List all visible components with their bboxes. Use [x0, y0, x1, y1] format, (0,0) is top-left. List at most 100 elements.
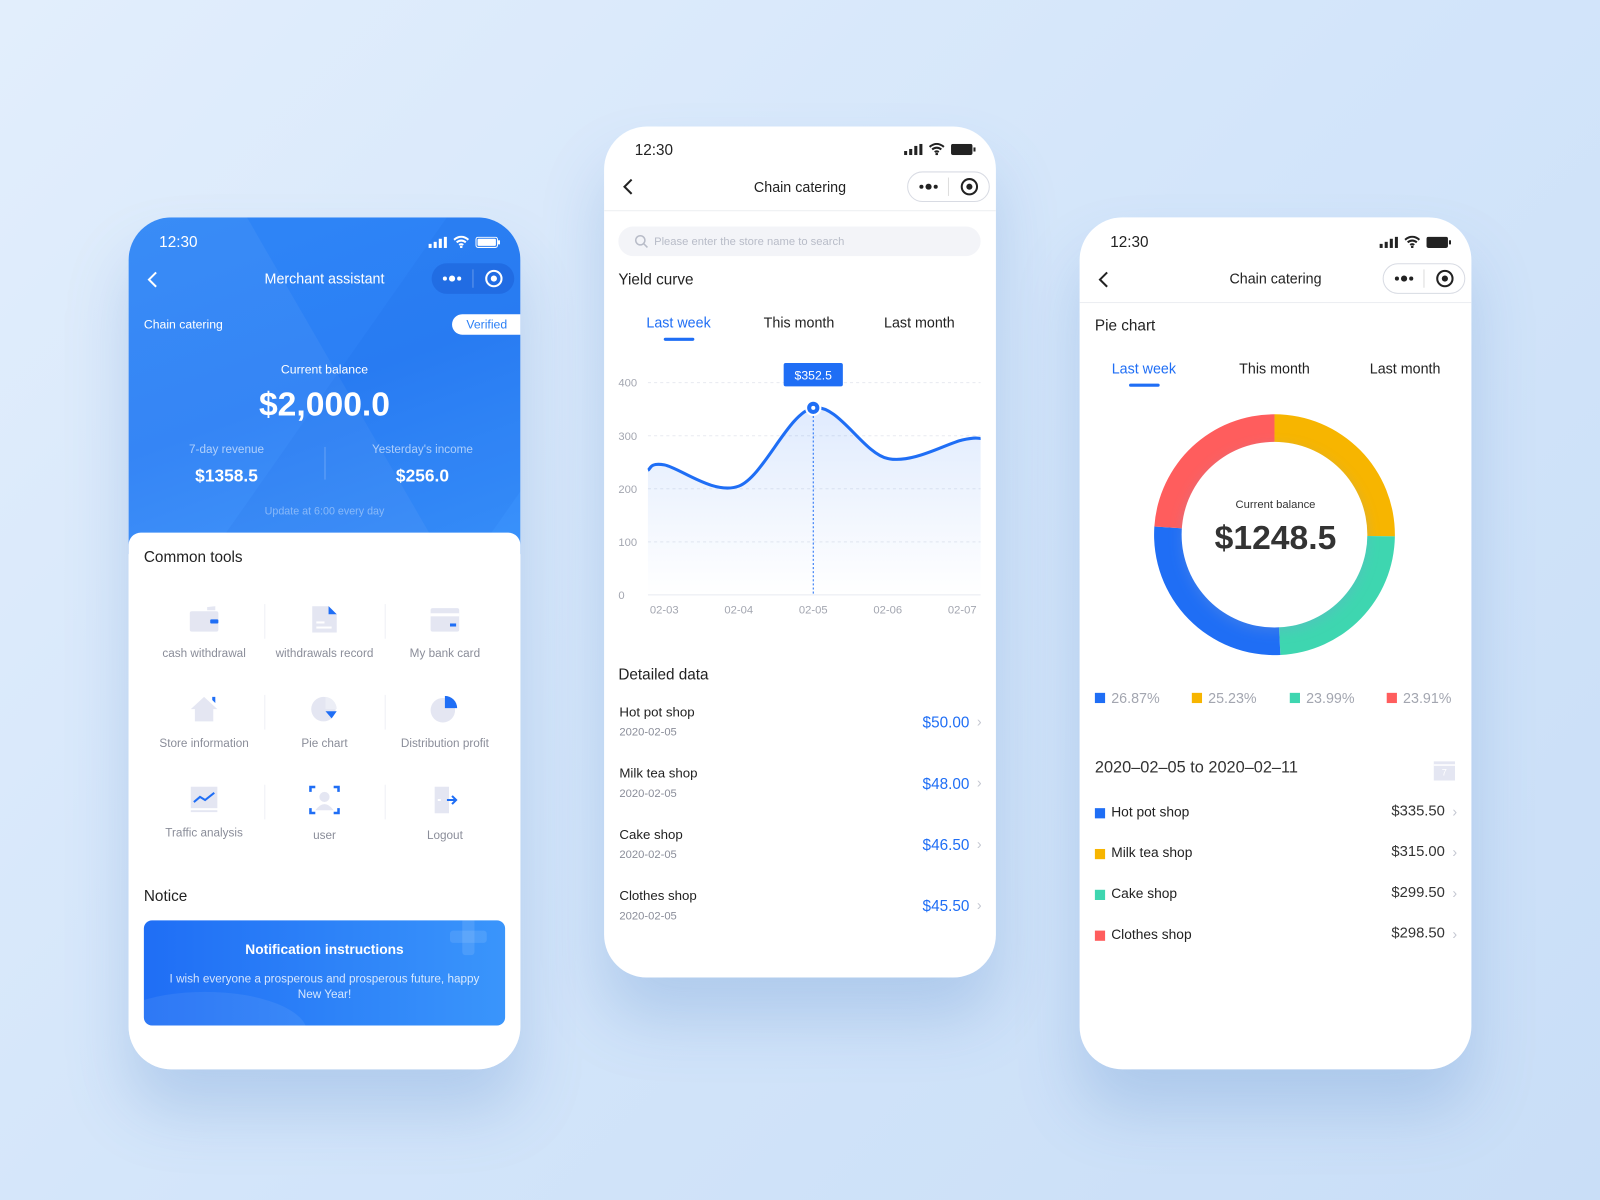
detail-row[interactable]: Cake shop 2020-02-05 $46.50 ›: [619, 827, 981, 878]
mini-program-capsule: [431, 263, 515, 294]
tools-title: Common tools: [143, 548, 243, 567]
close-program-button[interactable]: [949, 178, 989, 196]
row-name: Clothes shop: [619, 887, 697, 904]
more-dots-icon: [442, 275, 462, 282]
signal-icon: [428, 236, 447, 248]
tool-cash-withdrawal[interactable]: cash withdrawal: [144, 606, 264, 660]
row-amount: $50.00: [922, 714, 970, 732]
data-point-center: [811, 405, 816, 410]
status-time: 12:30: [1110, 233, 1149, 252]
detail-row[interactable]: Clothes shop 2020-02-05 $45.50 ›: [619, 888, 981, 939]
shop-row[interactable]: Hot pot shop $335.50 ›: [1094, 803, 1458, 827]
mini-program-capsule: [1382, 263, 1466, 294]
status-icons: [904, 142, 976, 156]
house-icon: [190, 696, 218, 722]
tab-this-month[interactable]: This month: [764, 314, 835, 330]
more-button[interactable]: [1384, 275, 1424, 282]
more-dots-icon: [918, 183, 938, 190]
verified-badge: Verified: [452, 314, 521, 335]
tab-last-week[interactable]: Last week: [646, 314, 711, 341]
detail-row[interactable]: Hot pot shop 2020-02-05 $50.00 ›: [619, 704, 981, 755]
legend-item: 25.23%: [1191, 690, 1257, 706]
x-tick-label: 02-06: [873, 604, 902, 616]
calendar-day: 7: [1441, 767, 1447, 778]
tool-distribution-profit[interactable]: Distribution profit: [385, 695, 505, 750]
date-range: 2020–02–05 to 2020–02–11: [1094, 759, 1298, 777]
revenue-value: $1358.5: [195, 466, 258, 486]
row-amount: $45.50: [922, 897, 970, 916]
row-date: 2020-02-05: [619, 910, 677, 923]
donut-center-value: $1248.5: [1214, 518, 1337, 557]
legend-item: 26.87%: [1094, 689, 1160, 707]
color-swatch: [1094, 889, 1106, 900]
more-button[interactable]: [432, 275, 473, 282]
tool-user[interactable]: user: [264, 785, 384, 842]
target-circle-icon: [960, 178, 978, 196]
nav-divider: [1079, 302, 1472, 304]
section-title: Yield curve: [618, 271, 694, 289]
shop-row[interactable]: Clothes shop $298.50 ›: [1094, 925, 1457, 950]
close-program-button[interactable]: [1424, 269, 1464, 288]
row-amount: $298.50: [1391, 925, 1445, 942]
tool-withdrawals-record[interactable]: withdrawals record: [264, 606, 384, 660]
x-tick-label: 02-05: [799, 604, 828, 616]
tool-my-bank-card[interactable]: My bank card: [385, 606, 505, 660]
legend-item: 23.91%: [1386, 689, 1452, 707]
row-date: 2020-02-05: [619, 726, 677, 739]
row-amount: $48.00: [922, 775, 970, 793]
search-placeholder: Please enter the store name to search: [654, 235, 845, 248]
shop-row[interactable]: Cake shop $299.50 ›: [1094, 884, 1458, 909]
wifi-icon: [453, 235, 470, 248]
tool-store-information[interactable]: Store information: [144, 696, 264, 750]
user-scan-icon: [308, 785, 341, 815]
tool-traffic-analysis[interactable]: Traffic analysis: [144, 786, 264, 840]
tab-last-month[interactable]: Last month: [884, 314, 955, 330]
detail-row[interactable]: Milk tea shop 2020-02-05 $48.00 ›: [619, 765, 981, 816]
legend-percent: 26.87%: [1111, 689, 1160, 707]
more-dots-icon: [1394, 275, 1413, 282]
document-icon: [312, 606, 337, 633]
income-value: $256.0: [395, 466, 449, 486]
chevron-right-icon: ›: [1452, 843, 1458, 861]
row-name: Milk tea shop: [1111, 844, 1193, 861]
logout-icon: [434, 786, 458, 814]
row-name: Clothes shop: [1111, 926, 1192, 942]
wifi-icon: [1404, 235, 1421, 248]
legend-swatch: [1386, 692, 1397, 704]
y-tick-label: 0: [618, 590, 624, 602]
yield-line-chart: 0 100 200 300 400 02-03 02-04 02-05 02-06 02-07 $3…: [618, 362, 981, 616]
update-note: Update at 6:00 every day: [264, 505, 385, 518]
tool-pie-chart[interactable]: Pie chart: [264, 696, 384, 750]
nav-divider: [604, 210, 996, 212]
y-tick-label: 200: [618, 484, 637, 496]
chevron-right-icon: ›: [1452, 884, 1458, 902]
balance-label: Current balance: [280, 362, 369, 377]
row-date: 2020-02-05: [619, 787, 677, 800]
legend-percent: 23.99%: [1306, 689, 1355, 707]
shop-row[interactable]: Milk tea shop $315.00 ›: [1094, 843, 1458, 868]
notice-card[interactable]: Notification instructions I wish everyon…: [143, 920, 506, 1026]
status-icons: [1379, 235, 1452, 248]
bank-card-icon: [430, 608, 460, 632]
search-icon: [634, 234, 648, 248]
search-input[interactable]: Please enter the store name to search: [618, 226, 981, 257]
row-name: Milk tea shop: [619, 765, 698, 781]
more-button[interactable]: [908, 183, 948, 190]
tab-last-week[interactable]: Last week: [1112, 360, 1176, 387]
legend-percent: 23.91%: [1403, 689, 1452, 707]
calendar-button[interactable]: 7: [1433, 761, 1456, 781]
tab-this-month[interactable]: This month: [1239, 360, 1310, 376]
row-amount: $335.50: [1391, 803, 1445, 820]
legend-swatch: [1289, 692, 1300, 704]
legend-swatch: [1191, 692, 1203, 704]
tab-last-month[interactable]: Last month: [1370, 360, 1441, 376]
tools-card: Common tools cash withdrawal withdrawals…: [128, 532, 521, 1070]
tool-logout[interactable]: Logout: [385, 786, 505, 842]
close-program-button[interactable]: [473, 269, 514, 288]
color-swatch: [1094, 808, 1106, 819]
chevron-right-icon: ›: [1452, 803, 1458, 820]
notice-card-text: I wish everyone a prosperous and prosper…: [169, 973, 480, 1002]
y-tick-label: 300: [618, 431, 637, 443]
wifi-icon: [928, 142, 945, 156]
x-tick-label: 02-07: [948, 604, 977, 616]
